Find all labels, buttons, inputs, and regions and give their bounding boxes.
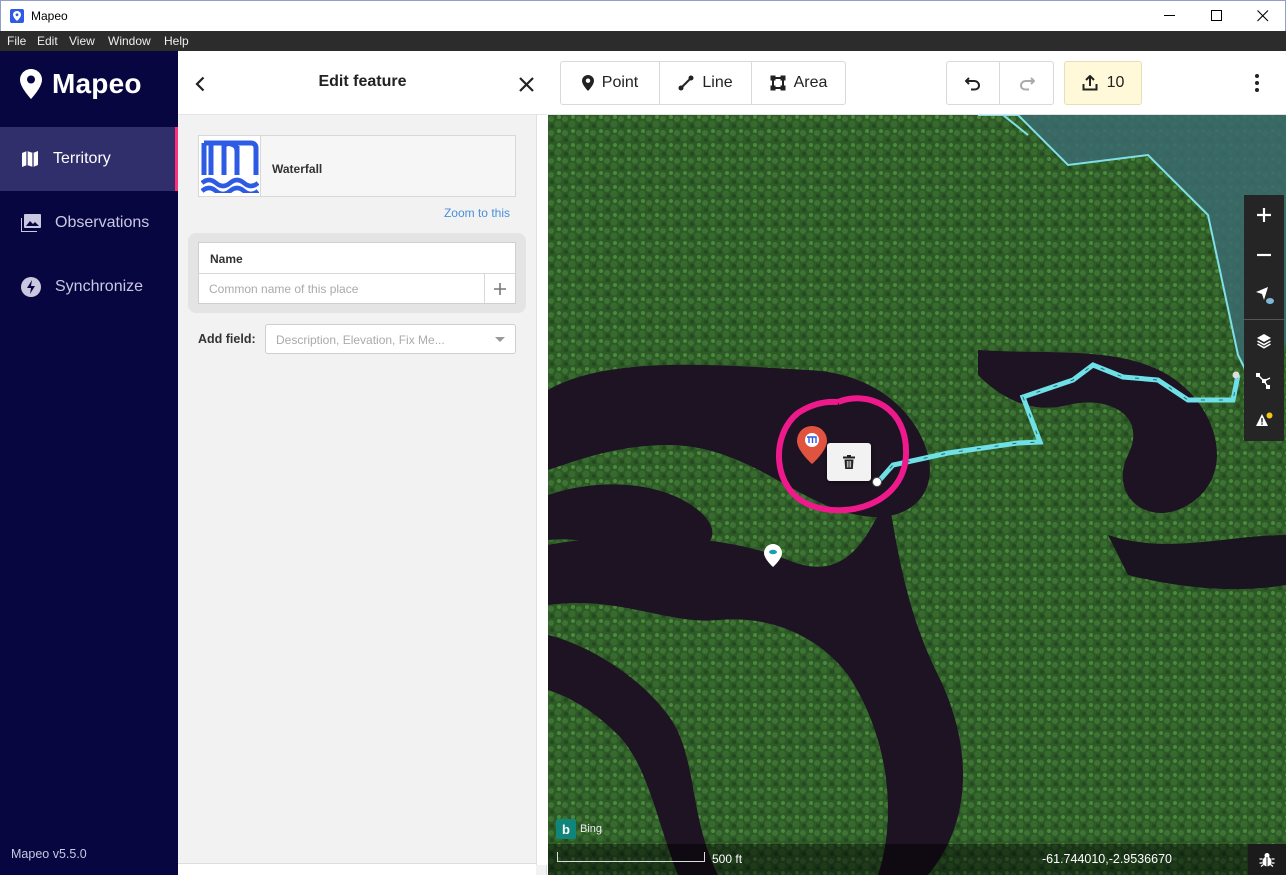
area-label: Area (793, 74, 828, 91)
delete-feature-button[interactable] (827, 443, 871, 481)
map-icon (22, 151, 38, 167)
plus-icon (1257, 208, 1271, 222)
map-toolbar: Point Line Area 10 (548, 51, 1286, 115)
satellite-imagery (548, 115, 1286, 875)
trash-icon (843, 455, 855, 469)
sidebar-item-label: Synchronize (55, 278, 144, 295)
redo-button[interactable] (1000, 62, 1053, 104)
more-dot (1255, 88, 1259, 92)
area-icon (770, 75, 786, 91)
panel-title: Edit feature (318, 73, 407, 90)
history-group (946, 61, 1054, 105)
undo-icon (965, 77, 981, 91)
menu-file[interactable]: File (7, 34, 26, 48)
add-name-button[interactable] (484, 273, 515, 303)
layers-icon (1257, 334, 1271, 349)
draw-mode-group: Point Line Area (560, 61, 846, 105)
panel-bottom-edge (178, 863, 536, 875)
panel-header: Edit feature (178, 51, 547, 115)
redo-icon (1019, 77, 1035, 91)
sidebar-item-synchronize[interactable]: Synchronize (0, 255, 178, 319)
vertex-edit-icon (1256, 373, 1271, 389)
issues-button[interactable] (1244, 401, 1284, 441)
mapeo-app-icon (10, 9, 24, 23)
upload-icon (1082, 75, 1098, 91)
zoom-out-button[interactable] (1244, 235, 1284, 275)
sidebar-item-label: Observations (55, 214, 150, 231)
menu-window[interactable]: Window (108, 34, 151, 48)
coordinates-readout: -61.744010,-2.9536670 (1042, 852, 1172, 866)
more-dot (1255, 81, 1259, 85)
add-area-button[interactable]: Area (752, 62, 845, 104)
mapeo-logo: Mapeo (20, 67, 142, 101)
close-window-button[interactable] (1240, 1, 1286, 31)
sidebar: Mapeo Territory Observations Synchronize (0, 51, 178, 875)
add-field-label: Add field: (198, 332, 256, 346)
report-bug-button[interactable] (1248, 844, 1286, 875)
controls-divider (1244, 319, 1284, 320)
name-field-group: Name (188, 233, 526, 313)
chevron-down-icon (495, 337, 505, 342)
add-point-button[interactable]: Point (561, 62, 660, 104)
locate-button[interactable] (1244, 275, 1284, 315)
sidebar-item-territory[interactable]: Territory (0, 127, 178, 191)
bing-attribution[interactable]: b Bing (556, 819, 602, 839)
layers-button[interactable] (1244, 321, 1284, 361)
map-status-bar: 500 ft -61.744010,-2.9536670 (548, 844, 1286, 875)
location-arrow-icon (1256, 287, 1274, 304)
add-line-button[interactable]: Line (660, 62, 752, 104)
preset-name: Waterfall (272, 162, 323, 176)
map-view[interactable]: b Bing 500 ft -61.744010,-2.9536670 (548, 115, 1286, 875)
bing-label: Bing (580, 823, 603, 835)
menu-edit[interactable]: Edit (37, 34, 58, 48)
bing-logo-icon: b (556, 819, 576, 839)
edit-feature-panel: Edit feature Waterfall Zoom to this Name (178, 51, 547, 875)
plus-icon (494, 282, 506, 295)
line-icon (678, 75, 694, 91)
logo-pin-icon (20, 69, 42, 99)
scale-bar (557, 852, 705, 862)
add-field-placeholder: Description, Elevation, Fix Me... (276, 333, 445, 347)
lightning-icon (21, 277, 41, 297)
menu-view[interactable]: View (69, 34, 95, 48)
line-label: Line (702, 74, 733, 91)
preset-card[interactable]: Waterfall (198, 135, 516, 197)
menu-help[interactable]: Help (164, 34, 189, 48)
point-icon (581, 75, 594, 91)
maximize-button[interactable] (1194, 1, 1240, 31)
logo-text: Mapeo (52, 68, 142, 99)
scale-label: 500 ft (712, 852, 743, 866)
zoom-in-button[interactable] (1244, 195, 1284, 235)
waterfall-icon (199, 136, 261, 196)
name-label: Name (210, 252, 243, 266)
minus-icon (1257, 253, 1271, 257)
sidebar-item-observations[interactable]: Observations (0, 191, 178, 255)
name-field: Name (198, 242, 516, 304)
upload-edits-button[interactable]: 10 (1064, 61, 1142, 105)
warning-icon (1256, 412, 1273, 426)
app-window: Mapeo File Edit View Window Help Mapeo T… (0, 0, 1286, 875)
more-options-button[interactable] (1248, 71, 1266, 95)
close-icon (518, 76, 534, 92)
sidebar-item-label: Territory (53, 150, 111, 167)
name-input[interactable] (199, 273, 484, 303)
minimize-button[interactable] (1147, 1, 1193, 31)
close-panel-button[interactable] (516, 73, 536, 95)
panel-scrollbar[interactable] (536, 115, 547, 865)
point-label: Point (601, 74, 639, 91)
undo-button[interactable] (947, 62, 1000, 104)
app-version: Mapeo v5.5.0 (11, 847, 87, 861)
window-title: Mapeo (31, 9, 68, 23)
map-data-button[interactable] (1244, 361, 1284, 401)
more-dot (1255, 74, 1259, 78)
photo-icon (21, 214, 41, 232)
menu-bar: File Edit View Window Help (0, 31, 1286, 51)
add-field-select[interactable]: Description, Elevation, Fix Me... (265, 324, 516, 354)
bug-icon (1259, 852, 1275, 867)
title-bar: Mapeo (0, 0, 1286, 31)
upload-count: 10 (1106, 74, 1125, 91)
zoom-to-this-link[interactable]: Zoom to this (444, 206, 510, 220)
map-controls (1244, 195, 1284, 441)
